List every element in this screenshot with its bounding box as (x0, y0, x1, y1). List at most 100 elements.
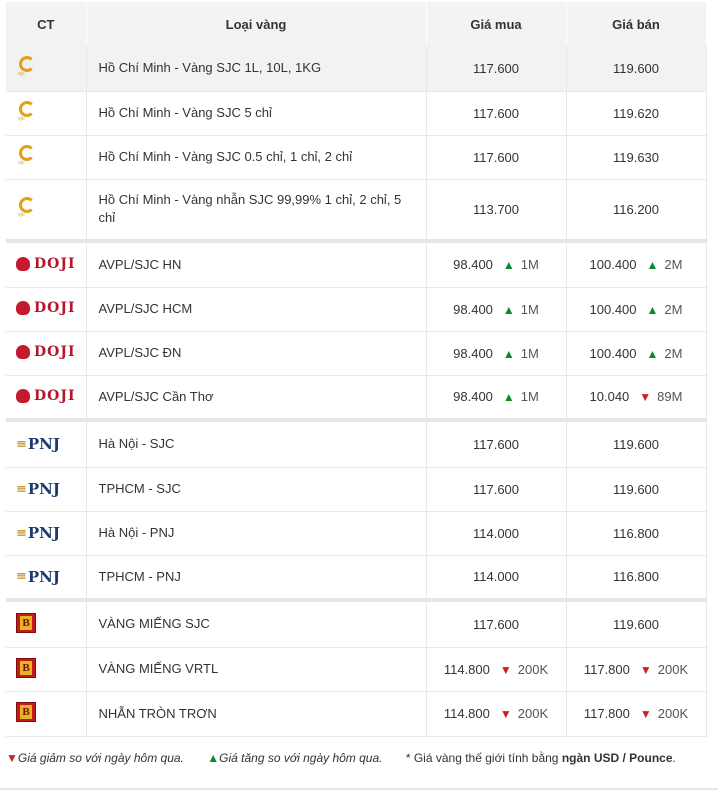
gold-type-name: Hồ Chí Minh - Vàng nhẫn SJC 99,99% 1 chỉ… (86, 179, 427, 242)
buy-price-value: 117.600 (472, 60, 520, 76)
table-row: ≡ PNJ Hà Nội - SJC 117.600 119.600 (6, 418, 707, 468)
buy-price-change: 1M (520, 301, 539, 317)
sjc-logo: sjc (16, 144, 38, 167)
doji-logo-text: DOJI (34, 344, 76, 360)
brand-logo-cell: DOJI (6, 287, 87, 332)
buy-price-cell: 117.600 (426, 135, 567, 180)
sell-price-value: 100.400 (589, 345, 637, 361)
gold-type-name: AVPL/SJC HCM (86, 287, 427, 332)
buy-price-change: 1M (520, 345, 539, 361)
sell-price-cell: 117.800 ▼ 200K (566, 647, 707, 692)
table-row: sjc Hồ Chí Minh - Vàng SJC 5 chỉ 117.600 11… (6, 91, 707, 136)
up-arrow-icon: ▲ (502, 390, 515, 405)
sell-price-value: 10.040 (589, 389, 630, 405)
pnj-logo: ≡ PNJ (16, 567, 60, 586)
sell-price-cell: 10.040 ▼ 89M (566, 375, 707, 421)
header-sell-price: Giá bán (566, 2, 707, 46)
sell-price-value: 117.800 (583, 706, 630, 721)
buy-price-value: 114.800 (443, 706, 490, 721)
table-row: ≡ PNJ Hà Nội - PNJ 114.000 116.800 (6, 511, 707, 556)
sell-price-cell: 117.800 ▼ 200K (566, 691, 707, 737)
sell-price-value: 119.600 (612, 481, 660, 497)
sjc-logo: sjc (16, 100, 38, 123)
sell-price-value: 100.400 (589, 301, 637, 317)
sell-price-cell: 100.400 ▲ 2M (566, 239, 707, 288)
table-row: DOJI AVPL/SJC HN 98.400 ▲ 1M 100.400 ▲ 2M (6, 239, 707, 288)
brand-logo-cell: B (6, 598, 87, 648)
buy-price-change: 200K (517, 706, 549, 721)
buy-price-value: 98.400 (453, 345, 493, 361)
table-row: ≡ PNJ TPHCM - PNJ 114.000 116.800 (6, 555, 707, 601)
buy-price-value: 98.400 (453, 257, 493, 273)
buy-price-cell: 117.600 (426, 598, 567, 648)
up-arrow-icon: ▲ (502, 346, 515, 361)
pnj-logo-text: PNJ (27, 524, 60, 542)
brand-logo-cell: ≡ PNJ (6, 418, 87, 468)
brand-logo-cell: DOJI (6, 239, 87, 288)
sell-price-cell: 116.800 (566, 511, 707, 556)
pnj-logo: ≡ PNJ (16, 435, 60, 454)
gold-type-name: VÀNG MIẾNG SJC (86, 598, 427, 648)
buy-price-value: 117.600 (472, 149, 520, 165)
down-arrow-icon: ▼ (499, 662, 512, 677)
world-note-suffix: . (672, 751, 676, 765)
pnj-logo-text: PNJ (27, 435, 60, 454)
sell-price-cell: 116.200 (566, 179, 707, 242)
buy-price-value: 117.600 (472, 616, 520, 632)
doji-logo-text: DOJI (34, 387, 76, 404)
sell-price-change: 200K (657, 661, 689, 677)
sell-price-change: 2M (664, 345, 683, 361)
brand-logo-cell: sjc (6, 46, 87, 92)
gold-type-name: VÀNG MIẾNG VRTL (86, 647, 427, 692)
buy-price-value: 117.600 (472, 436, 520, 452)
world-price-note: * Giá vàng thế giới tính bằng ngàn USD /… (406, 751, 676, 765)
sell-price-value: 119.600 (612, 60, 660, 76)
sell-price-cell: 119.630 (566, 135, 707, 180)
sell-price-value: 119.630 (612, 149, 660, 165)
doji-logo: DOJI (16, 344, 76, 360)
legend-note: ▼Giá giảm so với ngày hôm qua. ▲Giá tăng… (6, 751, 712, 765)
doji-logo: DOJI (16, 256, 76, 272)
sell-price-value: 116.800 (612, 525, 660, 541)
header-gold-type: Loại vàng (86, 2, 427, 46)
btmc-logo: B (16, 612, 36, 633)
down-arrow-icon: ▼ (499, 707, 512, 721)
buy-price-cell: 117.600 (426, 91, 567, 136)
buy-price-value: 114.000 (472, 569, 520, 585)
brand-logo-cell: sjc (6, 135, 87, 180)
brand-logo-cell: B (6, 647, 87, 692)
table-row: B NHẪN TRÒN TRƠN 114.800 ▼ 200K 117.800 ▼ 200K (6, 691, 707, 737)
down-arrow-icon: ▼ (639, 662, 652, 677)
sell-price-value: 119.620 (612, 105, 660, 121)
up-arrow-icon: ▲ (502, 302, 515, 317)
sell-price-cell: 119.600 (566, 46, 707, 92)
buy-price-change: 1M (520, 389, 539, 405)
gold-type-name: AVPL/SJC HN (86, 239, 427, 288)
table-row: sjc Hồ Chí Minh - Vàng SJC 0.5 chỉ, 1 chỉ… (6, 135, 707, 180)
buy-price-change: 1M (520, 257, 539, 273)
sjc-logo: sjc (16, 55, 38, 78)
sell-price-value: 116.800 (612, 569, 660, 585)
gold-type-name: Hồ Chí Minh - Vàng SJC 5 chỉ (86, 91, 427, 136)
world-note-prefix: * Giá vàng thế giới tính bằng (405, 751, 562, 765)
buy-price-cell: 113.700 (426, 179, 567, 242)
up-arrow-icon: ▲ (502, 258, 515, 273)
sell-price-value: 117.800 (583, 661, 630, 677)
brand-logo-cell: DOJI (6, 331, 87, 376)
sell-price-cell: 119.620 (566, 91, 707, 136)
bottom-divider (0, 788, 718, 790)
pnj-logo: ≡ PNJ (16, 524, 60, 542)
sell-price-change: 2M (664, 257, 683, 273)
buy-price-cell: 98.400 ▲ 1M (426, 287, 567, 332)
gold-type-name: TPHCM - SJC (86, 467, 427, 512)
table-row: DOJI AVPL/SJC Cần Thơ 98.400 ▲ 1M 10.040 ▼ 89M (6, 375, 707, 421)
buy-price-cell: 117.600 (426, 467, 567, 512)
table-row: DOJI AVPL/SJC HCM 98.400 ▲ 1M 100.400 ▲ 2M (6, 287, 707, 332)
gold-type-name: AVPL/SJC Cần Thơ (86, 375, 427, 421)
buy-price-cell: 114.000 (426, 511, 567, 556)
down-arrow-icon: ▼ (639, 390, 652, 405)
doji-logo-text: DOJI (34, 255, 76, 272)
gold-type-name: Hồ Chí Minh - Vàng SJC 1L, 10L, 1KG (86, 46, 427, 92)
gold-type-name: TPHCM - PNJ (86, 555, 427, 601)
brand-logo-cell: DOJI (6, 375, 87, 421)
